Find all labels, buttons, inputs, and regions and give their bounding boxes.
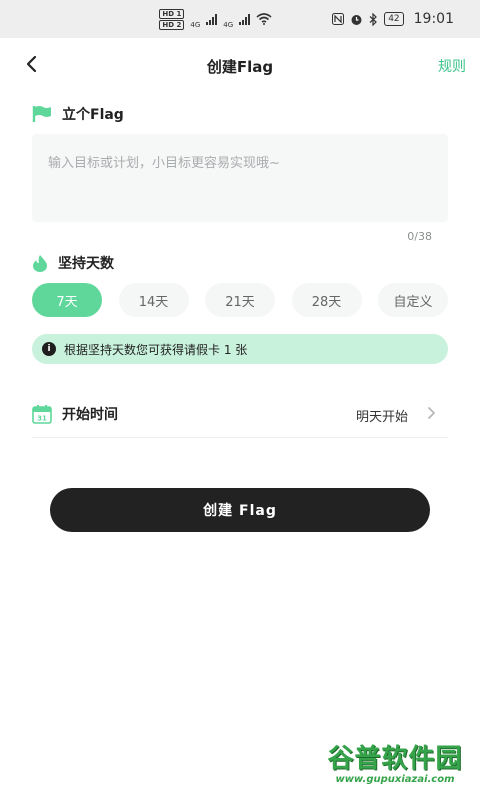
char-counter: 0/38	[407, 230, 432, 243]
nfc-icon	[332, 13, 345, 25]
hd2-badge: HD 2	[159, 19, 185, 30]
status-bar: HD 1 HD 2 4G 4G 42 19:01	[0, 0, 480, 38]
days-section-title: 坚持天数	[58, 256, 114, 272]
flag-section-header: 立个Flag	[32, 104, 124, 124]
bluetooth-icon	[369, 12, 378, 26]
days-option-14[interactable]: 14天	[118, 283, 189, 317]
signal1-icon	[206, 13, 218, 25]
days-option-28[interactable]: 28天	[291, 283, 362, 317]
network1-label: 4G	[190, 20, 201, 29]
signal2-icon	[239, 13, 251, 25]
start-time-label-group: 31 开始时间	[32, 404, 118, 424]
goal-input[interactable]: 输入目标或计划，小目标更容易实现哦~	[32, 134, 448, 222]
nav-bar: 创建Flag 规则	[0, 44, 480, 88]
battery-indicator: 42	[384, 12, 404, 26]
network2-label: 4G	[223, 20, 234, 29]
days-option-7[interactable]: 7天	[32, 283, 102, 317]
watermark-title: 谷普软件园	[327, 744, 463, 774]
days-option-21[interactable]: 21天	[205, 283, 275, 317]
days-options: 7天 14天 21天 28天 自定义	[32, 283, 448, 317]
calendar-day: 31	[37, 415, 47, 423]
tip-text: 根据坚持天数您可获得请假卡 1 张	[64, 342, 248, 357]
start-time-value: 明天开始	[355, 410, 408, 425]
hd1-badge: HD 1	[159, 8, 185, 19]
start-time-label: 开始时间	[62, 407, 118, 423]
status-time: 19:01	[413, 11, 454, 27]
watermark-url: www.gupuxiazai.com	[335, 774, 455, 785]
create-flag-button[interactable]: 创建 Flag	[50, 488, 430, 532]
leave-card-tip: i 根据坚持天数您可获得请假卡 1 张	[32, 334, 448, 364]
flag-section-title: 立个Flag	[62, 107, 124, 123]
days-section-header: 坚持天数	[32, 253, 114, 273]
chevron-right-icon	[428, 407, 435, 419]
watermark: 谷普软件园 www.gupuxiazai.com	[320, 744, 470, 785]
page-title: 创建Flag	[206, 58, 274, 76]
days-option-custom[interactable]: 自定义	[378, 283, 448, 317]
start-time-row[interactable]: 31 开始时间 明天开始	[32, 396, 448, 438]
info-icon: i	[42, 342, 56, 356]
flag-icon	[32, 106, 51, 122]
rules-link[interactable]: 规则	[438, 56, 466, 76]
wifi-icon	[256, 13, 272, 25]
alarm-icon	[351, 14, 362, 25]
calendar-icon: 31	[32, 405, 52, 424]
flame-icon	[33, 255, 47, 272]
